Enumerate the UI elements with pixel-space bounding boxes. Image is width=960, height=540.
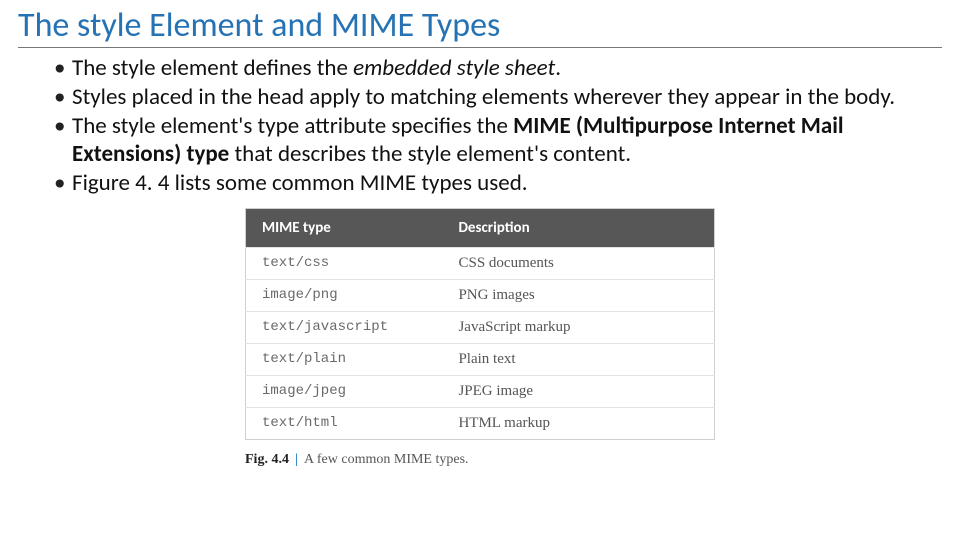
- table-row: text/css CSS documents: [246, 247, 715, 279]
- mime-cell: text/html: [246, 407, 443, 439]
- desc-cell: CSS documents: [442, 247, 714, 279]
- bullet-text: Figure 4. 4 lists some common MIME types…: [72, 169, 528, 197]
- figure: MIME type Description text/css CSS docum…: [245, 208, 715, 468]
- bullet-text: that describes the style element's conte…: [229, 140, 631, 168]
- table-header: MIME type: [246, 208, 443, 247]
- title-rule: [18, 47, 942, 48]
- mime-cell: image/png: [246, 279, 443, 311]
- caption-separator: |: [289, 452, 304, 467]
- mime-cell: image/jpeg: [246, 375, 443, 407]
- caption-text: A few common MIME types.: [304, 452, 468, 467]
- bullet-text: Styles placed in the head apply to match…: [72, 83, 895, 111]
- mime-cell: text/css: [246, 247, 443, 279]
- table-row: text/html HTML markup: [246, 407, 715, 439]
- table-header-row: MIME type Description: [246, 208, 715, 247]
- desc-cell: PNG images: [442, 279, 714, 311]
- bullet-item: Figure 4. 4 lists some common MIME types…: [54, 169, 942, 198]
- table-row: text/javascript JavaScript markup: [246, 311, 715, 343]
- table-header: Description: [442, 208, 714, 247]
- bullet-em: embedded style sheet: [353, 54, 555, 82]
- table-row: image/png PNG images: [246, 279, 715, 311]
- figure-caption: Fig. 4.4|A few common MIME types.: [245, 452, 715, 468]
- table-row: text/plain Plain text: [246, 343, 715, 375]
- bullet-item: The style element's type attribute speci…: [54, 112, 942, 170]
- bullet-item: The style element defines the embedded s…: [54, 54, 942, 83]
- bullet-text: The style element's type attribute speci…: [72, 112, 513, 140]
- slide: The style Element and MIME Types The sty…: [0, 0, 960, 468]
- caption-label: Fig. 4.4: [245, 452, 289, 467]
- desc-cell: Plain text: [442, 343, 714, 375]
- bullet-list: The style element defines the embedded s…: [54, 54, 942, 198]
- desc-cell: JPEG image: [442, 375, 714, 407]
- page-title: The style Element and MIME Types: [18, 6, 942, 45]
- mime-cell: text/javascript: [246, 311, 443, 343]
- bullet-item: Styles placed in the head apply to match…: [54, 83, 942, 112]
- bullet-text: The style element defines the: [72, 54, 353, 82]
- mime-cell: text/plain: [246, 343, 443, 375]
- mime-table: MIME type Description text/css CSS docum…: [245, 208, 715, 440]
- desc-cell: HTML markup: [442, 407, 714, 439]
- figure-wrap: MIME type Description text/css CSS docum…: [18, 208, 942, 468]
- table-row: image/jpeg JPEG image: [246, 375, 715, 407]
- bullet-text: .: [555, 54, 561, 82]
- desc-cell: JavaScript markup: [442, 311, 714, 343]
